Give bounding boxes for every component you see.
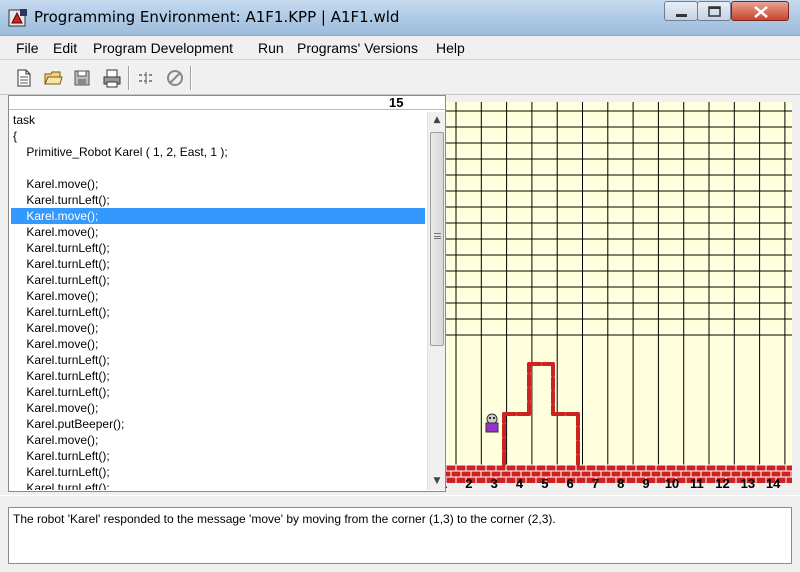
status-panel: The robot 'Karel' responded to the messa…	[8, 507, 792, 564]
line-marker-ruler: 15	[9, 95, 445, 110]
save-disk-icon[interactable]	[72, 68, 92, 88]
vertical-scrollbar[interactable]: ▲ ▼	[427, 112, 445, 490]
code-line[interactable]: Primitive_Robot Karel ( 1, 2, East, 1 );	[11, 144, 425, 160]
code-line[interactable]: Karel.turnLeft();	[11, 368, 425, 384]
menu-run[interactable]: Run	[258, 40, 284, 56]
code-line[interactable]: Karel.move();	[11, 336, 425, 352]
step-icon[interactable]	[136, 68, 156, 88]
title-bar: Programming Environment: A1F1.KPP | A1F1…	[0, 0, 800, 36]
menu-edit[interactable]: Edit	[53, 40, 77, 56]
axis-label: 8	[617, 476, 624, 491]
new-file-icon[interactable]	[14, 68, 34, 88]
print-icon[interactable]	[102, 68, 122, 88]
code-line[interactable]: Karel.move();	[11, 400, 425, 416]
menu-help[interactable]: Help	[436, 40, 465, 56]
code-line[interactable]: Karel.turnLeft();	[11, 192, 425, 208]
axis-label: 13	[741, 476, 755, 491]
line-marker-number: 15	[389, 95, 404, 110]
axis-label: 2	[465, 476, 472, 491]
code-line[interactable]: Karel.move();	[11, 224, 425, 240]
code-line[interactable]: Karel.turnLeft();	[11, 384, 425, 400]
axis-label: 14	[766, 476, 781, 491]
axis-label: 1	[446, 476, 447, 491]
axis-label: 5	[541, 476, 548, 491]
code-line[interactable]: Karel.turnLeft();	[11, 256, 425, 272]
code-line[interactable]: Karel.putBeeper();	[11, 416, 425, 432]
toolbar	[0, 61, 800, 95]
axis-label: 9	[642, 476, 649, 491]
scroll-up-icon[interactable]: ▲	[428, 112, 446, 129]
axis-label: 4	[516, 476, 524, 491]
axis-label: 6	[567, 476, 574, 491]
stop-icon[interactable]	[165, 68, 185, 88]
axis-label: 3	[491, 476, 498, 491]
code-line[interactable]: Karel.move();	[11, 320, 425, 336]
code-line[interactable]: Karel.turnLeft();	[11, 352, 425, 368]
code-line[interactable]: Karel.turnLeft();	[11, 304, 425, 320]
scroll-down-icon[interactable]: ▼	[428, 473, 446, 490]
code-line[interactable]: {	[11, 128, 425, 144]
menu-file[interactable]: File	[16, 40, 39, 56]
axis-label: 7	[592, 476, 599, 491]
robot-karel-icon[interactable]	[485, 413, 499, 433]
menu-bar: File Edit Program Development Run Progra…	[0, 36, 800, 60]
status-message: The robot 'Karel' responded to the messa…	[13, 512, 556, 526]
axis-label: 10	[665, 476, 679, 491]
code-line[interactable]: Karel.turnLeft();	[11, 448, 425, 464]
maximize-button[interactable]	[697, 1, 731, 21]
axis-label: 11	[690, 476, 704, 491]
window-title: Programming Environment: A1F1.KPP | A1F1…	[34, 8, 400, 26]
code-line[interactable]: Karel.move();	[11, 288, 425, 304]
code-line[interactable]	[11, 160, 425, 176]
code-line[interactable]: Karel.turnLeft();	[11, 240, 425, 256]
minimize-icon	[676, 14, 687, 17]
code-editor[interactable]: 15 task{ Primitive_Robot Karel ( 1, 2, E…	[8, 95, 446, 492]
karel-world[interactable]: 1234567891011121314	[446, 102, 792, 492]
world-background	[446, 102, 792, 465]
axis-label: 12	[715, 476, 729, 491]
code-line[interactable]: Karel.move();	[11, 176, 425, 192]
app-icon	[8, 9, 27, 27]
toolbar-separator	[190, 66, 192, 90]
splitter[interactable]	[0, 495, 800, 507]
menu-program-development[interactable]: Program Development	[93, 40, 233, 56]
grip-icon	[434, 233, 441, 239]
code-line[interactable]: Karel.turnLeft();	[11, 464, 425, 480]
scroll-thumb[interactable]	[430, 132, 444, 346]
menu-programs-versions[interactable]: Programs' Versions	[297, 40, 418, 56]
code-line[interactable]: Karel.move();	[11, 208, 425, 224]
code-line[interactable]: Karel.move();	[11, 432, 425, 448]
toolbar-separator	[128, 66, 130, 90]
code-line[interactable]: task	[11, 112, 425, 128]
open-folder-icon[interactable]	[43, 68, 63, 88]
code-line[interactable]: Karel.turnLeft();	[11, 480, 425, 490]
close-button[interactable]	[731, 1, 789, 21]
code-lines[interactable]: task{ Primitive_Robot Karel ( 1, 2, East…	[11, 112, 425, 490]
minimize-button[interactable]	[664, 1, 698, 21]
maximize-icon	[708, 6, 721, 17]
close-icon	[754, 6, 768, 18]
code-line[interactable]: Karel.turnLeft();	[11, 272, 425, 288]
